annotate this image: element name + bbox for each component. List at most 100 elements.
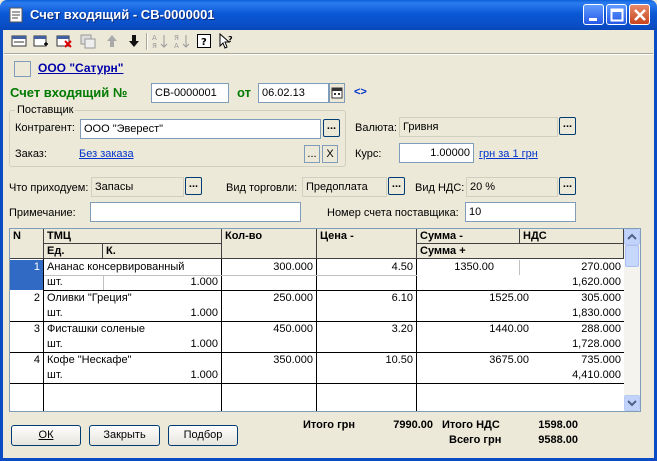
receipt-label: Что приходуем:	[9, 182, 89, 194]
row-price[interactable]: 6.10	[317, 291, 416, 305]
order-select-button[interactable]: ...	[304, 145, 320, 163]
col-header-vat[interactable]: НДС	[520, 229, 624, 244]
doc-number-field[interactable]: СВ-0000001	[151, 83, 229, 103]
row-vat[interactable]: 288.000	[520, 322, 624, 336]
minimize-button[interactable]	[583, 4, 604, 25]
row-total[interactable]: 4,410.000	[417, 368, 624, 382]
move-down-icon[interactable]	[126, 33, 142, 49]
order-clear-button[interactable]: X	[322, 145, 338, 163]
trade-select-button[interactable]: ...	[388, 177, 405, 195]
row-unit[interactable]: шт.	[44, 306, 104, 320]
window-title: Счет входящий - СВ-0000001	[30, 7, 215, 22]
row-coef[interactable]: 1.000	[104, 368, 221, 382]
currency-select-button[interactable]: ...	[559, 117, 576, 135]
scroll-up-button[interactable]	[624, 229, 640, 245]
maximize-icon	[610, 8, 624, 22]
maximize-button[interactable]	[606, 4, 627, 25]
sort-desc-icon[interactable]: ЯA	[174, 33, 190, 50]
close-button[interactable]: Закрыть	[89, 425, 160, 446]
row-coef[interactable]: 1.000	[104, 275, 221, 289]
date-field[interactable]: 06.02.13	[258, 83, 329, 103]
row-item[interactable]: Оливки "Греция"	[44, 291, 221, 305]
scroll-thumb[interactable]	[625, 245, 639, 267]
new-doc-icon[interactable]	[11, 33, 27, 49]
counterparty-select-button[interactable]: ...	[323, 119, 340, 137]
row-qty[interactable]: 450.000	[222, 322, 316, 336]
col-header-sum-plus[interactable]: Сумма +	[417, 244, 624, 259]
move-up-icon[interactable]	[104, 33, 120, 49]
delete-row-icon[interactable]	[56, 33, 72, 49]
svg-text:A: A	[174, 42, 179, 49]
row-unit[interactable]: шт.	[44, 337, 104, 351]
row-coef[interactable]: 1.000	[104, 337, 221, 351]
col-header-qty[interactable]: Кол-во	[222, 229, 317, 259]
grand-total-label: Всего грн	[449, 434, 502, 446]
row-vat[interactable]: 735.000	[520, 353, 624, 367]
row-sum[interactable]: 1440.00	[417, 322, 532, 336]
close-window-button[interactable]	[629, 4, 650, 25]
vat-type-select-button[interactable]: ...	[559, 177, 576, 195]
row-total[interactable]: 1,728.000	[417, 337, 624, 351]
counterparty-field[interactable]: ООО "Эверест"	[80, 119, 321, 139]
row-vat[interactable]: 305.000	[520, 291, 624, 305]
row-coef[interactable]: 1.000	[104, 306, 221, 320]
row-vat[interactable]: 270.000	[520, 260, 624, 274]
trade-label: Вид торговли:	[226, 182, 298, 194]
grid-line	[103, 275, 104, 290]
total-vat-label: Итого НДС	[442, 419, 500, 431]
rate-label: Курс:	[355, 148, 382, 160]
copy-row-icon[interactable]	[80, 33, 96, 49]
sort-asc-icon[interactable]: AЯ	[152, 33, 168, 50]
row-qty[interactable]: 250.000	[222, 291, 316, 305]
row-item[interactable]: Ананас консервированный	[44, 260, 221, 274]
toolbar-separator	[146, 33, 148, 50]
col-header-price[interactable]: Цена -	[317, 229, 417, 259]
whats-this-icon[interactable]: ?	[218, 32, 234, 49]
add-row-icon[interactable]	[33, 33, 49, 49]
rate-link[interactable]: грн за 1 грн	[479, 148, 538, 160]
row-qty[interactable]: 350.000	[222, 353, 316, 367]
row-sum[interactable]: 1350.00	[417, 260, 497, 274]
col-header-coef[interactable]: К.	[103, 244, 222, 259]
row-item[interactable]: Фисташки соленые	[44, 322, 221, 336]
calendar-button[interactable]	[329, 83, 345, 103]
row-price[interactable]: 4.50	[317, 260, 416, 274]
row-price[interactable]: 3.20	[317, 322, 416, 336]
rate-field[interactable]: 1.00000	[399, 143, 474, 163]
row-total[interactable]: 1,620.000	[417, 275, 624, 289]
col-header-n[interactable]: N	[10, 229, 44, 259]
row-sum[interactable]: 1525.00	[417, 291, 532, 305]
note-label: Примечание:	[9, 207, 76, 219]
ok-button[interactable]: ОК	[11, 425, 81, 446]
col-header-sum[interactable]: Сумма -	[417, 229, 520, 244]
help-icon[interactable]: ?	[196, 33, 212, 49]
row-separator	[10, 383, 624, 384]
row-sum[interactable]: 3675.00	[417, 353, 532, 367]
ok-button-label: ОК	[38, 429, 54, 441]
history-arrows-icon[interactable]: <>	[354, 86, 367, 98]
receipt-select-button[interactable]: ...	[185, 177, 202, 195]
row-total[interactable]: 1,830.000	[417, 306, 624, 320]
supplier-invoice-field[interactable]: 10	[465, 202, 576, 222]
receipt-field[interactable]: Запасы	[91, 177, 184, 197]
trade-field[interactable]: Предоплата	[302, 177, 387, 197]
col-header-item[interactable]: ТМЦ	[44, 229, 222, 244]
order-link[interactable]: Без заказа	[79, 148, 134, 160]
row-unit[interactable]: шт.	[44, 368, 104, 382]
select-button[interactable]: Подбор	[168, 425, 238, 446]
total-vat-value: 1598.00	[538, 419, 578, 431]
col-header-unit[interactable]: Ед.	[44, 244, 103, 259]
note-field[interactable]	[90, 202, 301, 222]
doc-label: Счет входящий №	[10, 85, 128, 100]
org-select-button[interactable]	[14, 61, 31, 77]
grand-total-value: 9588.00	[538, 434, 578, 446]
row-price[interactable]: 10.50	[317, 353, 416, 367]
currency-field[interactable]: Гривня	[399, 117, 558, 137]
scroll-down-button[interactable]	[624, 395, 640, 411]
organization-link[interactable]: ООО "Сатурн"	[38, 61, 123, 75]
row-qty[interactable]: 300.000	[222, 260, 316, 274]
document-icon[interactable]	[8, 7, 24, 23]
row-unit[interactable]: шт.	[44, 275, 104, 289]
vat-type-field[interactable]: 20 %	[466, 177, 558, 197]
row-item[interactable]: Кофе "Нескафе"	[44, 353, 221, 367]
